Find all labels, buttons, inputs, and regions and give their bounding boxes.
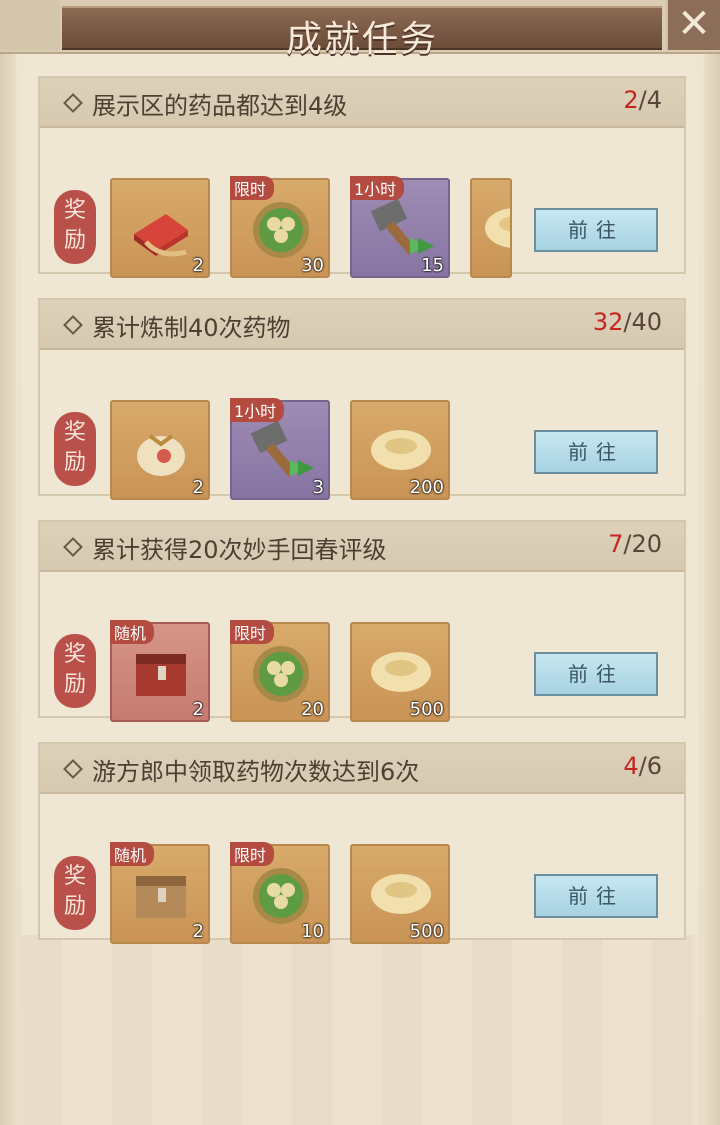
limited-tag: 限时 xyxy=(230,176,275,200)
clover-coin-icon xyxy=(253,868,309,924)
progress-total: /40 xyxy=(623,308,662,336)
reward-badge: 奖励 xyxy=(54,412,96,486)
diamond-bullet-icon xyxy=(63,315,83,335)
reward-item[interactable]: 1小时 3 xyxy=(230,398,330,500)
reward-item[interactable]: 2 xyxy=(110,400,210,500)
task-progress: 4/6 xyxy=(623,752,662,780)
gold-ingot-icon xyxy=(371,874,431,914)
task-progress: 2/4 xyxy=(623,86,662,114)
random-tag: 随机 xyxy=(110,842,155,866)
diamond-bullet-icon xyxy=(63,93,83,113)
item-count: 2 xyxy=(192,699,204,720)
item-count: 2 xyxy=(192,477,204,498)
item-count: 10 xyxy=(301,921,324,942)
task-title: 累计炼制40次药物 xyxy=(92,314,291,342)
limited-tag: 限时 xyxy=(230,620,275,644)
item-count: 30 xyxy=(301,255,324,276)
progress-current: 32 xyxy=(592,308,624,336)
clover-coin-icon xyxy=(253,646,309,702)
reward-item[interactable]: 200 xyxy=(350,400,450,500)
task-header: 累计获得20次妙手回春评级 7/20 xyxy=(40,522,684,572)
item-count: 3 xyxy=(312,477,324,498)
reward-item[interactable]: 1小时 15 xyxy=(350,176,450,278)
reward-badge: 奖励 xyxy=(54,634,96,708)
reward-item[interactable]: 限时 30 xyxy=(230,176,330,278)
header-left-ornament xyxy=(0,0,60,50)
task-title: 游方郎中领取药物次数达到6次 xyxy=(92,758,420,786)
gold-ingot-icon xyxy=(485,208,510,248)
progress-current: 7 xyxy=(608,530,624,558)
reward-item[interactable]: 随机 2 xyxy=(110,620,210,722)
reward-badge: 奖励 xyxy=(54,856,96,930)
item-count: 20 xyxy=(301,699,324,720)
random-wood-chest-icon xyxy=(136,876,186,918)
hammer-speedup-icon xyxy=(250,420,314,478)
random-tag: 随机 xyxy=(110,620,155,644)
progress-total: /4 xyxy=(638,86,662,114)
clover-coin-icon xyxy=(253,202,309,258)
task-header: 展示区的药品都达到4级 2/4 xyxy=(40,78,684,128)
random-red-chest-icon xyxy=(136,654,186,696)
task-header: 游方郎中领取药物次数达到6次 4/6 xyxy=(40,744,684,794)
window-header: 成就任务 ✕ xyxy=(0,0,720,60)
duration-tag: 1小时 xyxy=(350,176,405,200)
reward-item[interactable]: 限时 20 xyxy=(230,620,330,722)
reward-item[interactable] xyxy=(470,178,512,278)
red-gift-box-icon xyxy=(134,214,188,257)
left-border xyxy=(0,50,16,1125)
seed-pouch-icon xyxy=(137,434,185,476)
go-button[interactable]: 前往 xyxy=(534,430,658,474)
hammer-speedup-icon xyxy=(370,198,434,256)
reward-item[interactable]: 500 xyxy=(350,844,450,944)
reward-item[interactable]: 500 xyxy=(350,622,450,722)
progress-current: 4 xyxy=(623,752,639,780)
task-card: 累计炼制40次药物 32/40 奖励 2 1小时 3 200 前往 xyxy=(38,298,686,500)
close-icon: ✕ xyxy=(677,1,711,47)
go-button[interactable]: 前往 xyxy=(534,652,658,696)
limited-tag: 限时 xyxy=(230,842,275,866)
gold-ingot-icon xyxy=(371,652,431,692)
duration-tag: 1小时 xyxy=(230,398,285,422)
gold-ingot-icon xyxy=(371,430,431,470)
item-count: 15 xyxy=(421,255,444,276)
task-card: 游方郎中领取药物次数达到6次 4/6 奖励 随机 2 限时 10 500 前往 xyxy=(38,742,686,944)
progress-total: /6 xyxy=(638,752,662,780)
task-card: 展示区的药品都达到4级 2/4 奖励 2 限时 30 1小时 15 前往 xyxy=(38,76,686,278)
task-title: 展示区的药品都达到4级 xyxy=(92,92,348,120)
task-title: 累计获得20次妙手回春评级 xyxy=(92,536,387,564)
task-card: 累计获得20次妙手回春评级 7/20 奖励 随机 2 限时 20 500 前往 xyxy=(38,520,686,722)
diamond-bullet-icon xyxy=(63,759,83,779)
title-banner: 成就任务 xyxy=(62,6,662,60)
right-border xyxy=(704,50,720,1125)
reward-item[interactable]: 限时 10 xyxy=(230,842,330,944)
item-count: 2 xyxy=(192,921,204,942)
reward-item[interactable]: 2 xyxy=(110,178,210,278)
progress-current: 2 xyxy=(623,86,639,114)
close-button[interactable]: ✕ xyxy=(666,0,720,50)
go-button[interactable]: 前往 xyxy=(534,874,658,918)
window-title: 成就任务 xyxy=(285,19,438,60)
reward-badge: 奖励 xyxy=(54,190,96,264)
diamond-bullet-icon xyxy=(63,537,83,557)
progress-total: /20 xyxy=(623,530,662,558)
item-count: 500 xyxy=(409,921,444,942)
item-count: 2 xyxy=(192,255,204,276)
item-count: 200 xyxy=(409,477,444,498)
task-progress: 32/40 xyxy=(593,308,662,336)
item-count: 500 xyxy=(409,699,444,720)
task-header: 累计炼制40次药物 32/40 xyxy=(40,300,684,350)
reward-item[interactable]: 随机 2 xyxy=(110,842,210,944)
task-progress: 7/20 xyxy=(608,530,662,558)
background-scenery xyxy=(22,935,698,1125)
go-button[interactable]: 前往 xyxy=(534,208,658,252)
